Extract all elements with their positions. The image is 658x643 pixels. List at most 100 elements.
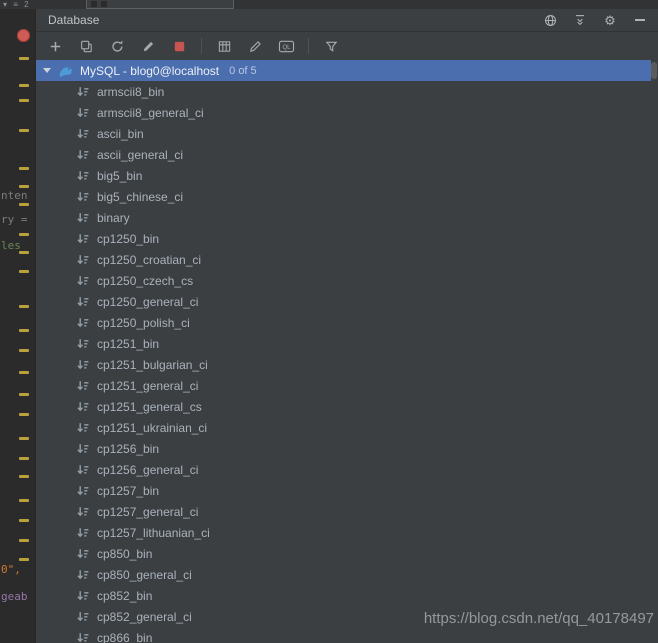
gutter-mark [19, 413, 29, 416]
collation-icon [75, 189, 91, 205]
edit-source-icon[interactable] [246, 37, 264, 55]
scrollbar-thumb[interactable] [651, 62, 657, 79]
collation-icon [75, 126, 91, 142]
submit-changes-icon[interactable] [139, 37, 157, 55]
clipped-editor-glyphs: ▾ ≡ 2 [3, 0, 31, 9]
settings-gear-icon[interactable]: ⚙ [602, 12, 618, 28]
sql-console-icon[interactable]: QL [277, 37, 295, 55]
tree-item[interactable]: cp1251_ukrainian_ci [36, 417, 658, 438]
collapse-panel-icon[interactable] [572, 12, 588, 28]
collation-icon [75, 273, 91, 289]
tree-item[interactable]: cp866_bin [36, 627, 658, 643]
gutter-mark [19, 167, 29, 170]
toolbar-separator [308, 38, 309, 54]
tree-item[interactable]: ascii_bin [36, 123, 658, 144]
tree-item-label: cp850_general_ci [97, 568, 192, 582]
gutter-mark [19, 349, 29, 352]
clipped-icon [91, 1, 97, 7]
web-datasource-icon[interactable] [542, 12, 558, 28]
collation-icon [75, 252, 91, 268]
tree-item[interactable]: cp1251_bin [36, 333, 658, 354]
collation-icon [75, 441, 91, 457]
tree-item[interactable]: cp1257_general_ci [36, 501, 658, 522]
tree-item-label: ascii_bin [97, 127, 144, 141]
tree-item-label: cp1251_general_cs [97, 400, 202, 414]
collation-icon [75, 462, 91, 478]
gutter-mark [19, 437, 29, 440]
collation-icon [75, 294, 91, 310]
tree-item-label: cp1256_bin [97, 442, 159, 456]
tree-item-label: cp1257_lithuanian_ci [97, 526, 210, 540]
code-fragment: nten [1, 189, 28, 202]
add-datasource-icon[interactable] [46, 37, 64, 55]
chevron-down-icon[interactable] [43, 68, 51, 73]
toolbar-separator [201, 38, 202, 54]
gutter-mark [19, 203, 29, 206]
tree-item-label: cp1251_bulgarian_ci [97, 358, 208, 372]
tree-root-mysql[interactable]: MySQL - blog0@localhost 0 of 5 [36, 60, 651, 81]
tree-item-label: cp1256_general_ci [97, 463, 198, 477]
tree-item[interactable]: cp1257_lithuanian_ci [36, 522, 658, 543]
tree-item[interactable]: cp852_bin [36, 585, 658, 606]
gutter-mark [19, 519, 29, 522]
database-tool-window: Database ⚙ [36, 9, 658, 643]
refresh-icon[interactable] [108, 37, 126, 55]
error-indicator-icon [17, 29, 30, 42]
tree-item-label: cp1251_bin [97, 337, 159, 351]
database-toolbar: QL [36, 32, 658, 61]
duplicate-icon[interactable] [77, 37, 95, 55]
collation-icon [75, 546, 91, 562]
tree-item[interactable]: cp1251_general_cs [36, 396, 658, 417]
tree-item[interactable]: cp850_bin [36, 543, 658, 564]
database-tree: MySQL - blog0@localhost 0 of 5 armscii8_… [36, 60, 658, 643]
tree-item[interactable]: binary [36, 207, 658, 228]
schema-count-badge: 0 of 5 [229, 65, 257, 77]
collation-icon [75, 525, 91, 541]
tree-item[interactable]: armscii8_bin [36, 81, 658, 102]
minimize-icon[interactable] [632, 12, 648, 28]
tree-item[interactable]: cp1250_polish_ci [36, 312, 658, 333]
tree-item[interactable]: cp1257_bin [36, 480, 658, 501]
tree-item-label: binary [97, 211, 130, 225]
watermark-url: https://blog.csdn.net/qq_40178497 [424, 610, 654, 627]
gutter-mark [19, 270, 29, 273]
tree-item[interactable]: cp1251_general_ci [36, 375, 658, 396]
code-fragment: les [1, 239, 21, 252]
collation-list: armscii8_bin armscii8_general_ci ascii_b… [36, 81, 658, 643]
gutter-mark [19, 305, 29, 308]
tree-item-label: cp1250_bin [97, 232, 159, 246]
code-fragment: 0", [1, 563, 21, 576]
tree-item[interactable]: cp1250_czech_cs [36, 270, 658, 291]
collation-icon [75, 588, 91, 604]
tree-item[interactable]: cp1256_general_ci [36, 459, 658, 480]
tree-item[interactable]: big5_bin [36, 165, 658, 186]
tree-item[interactable]: cp1250_croatian_ci [36, 249, 658, 270]
tree-item[interactable]: cp1256_bin [36, 438, 658, 459]
tree-item[interactable]: big5_chinese_ci [36, 186, 658, 207]
tree-item[interactable]: cp850_general_ci [36, 564, 658, 585]
tree-item[interactable]: armscii8_general_ci [36, 102, 658, 123]
tree-item[interactable]: cp1250_bin [36, 228, 658, 249]
filter-funnel-icon[interactable] [322, 37, 340, 55]
code-fragment: ry = [1, 213, 28, 226]
tree-item[interactable]: ascii_general_ci [36, 144, 658, 165]
collation-icon [75, 336, 91, 352]
gutter-mark [19, 499, 29, 502]
tree-item-label: ascii_general_ci [97, 148, 183, 162]
tree-item[interactable]: cp1251_bulgarian_ci [36, 354, 658, 375]
tree-item-label: cp852_general_ci [97, 610, 192, 624]
collation-icon [75, 504, 91, 520]
gutter-mark [19, 475, 29, 478]
gutter-mark [19, 185, 29, 188]
stop-icon[interactable] [170, 37, 188, 55]
ide-window: ▾ ≡ 2 ntenry =les0",geab Database [0, 0, 658, 643]
collation-icon [75, 630, 91, 643]
gutter-mark [19, 371, 29, 374]
collation-icon [75, 231, 91, 247]
gutter-mark [19, 457, 29, 460]
table-data-icon[interactable] [215, 37, 233, 55]
editor-strip: nten ry = les 0", geab [0, 9, 36, 643]
code-fragment: geab [1, 590, 28, 603]
tree-item-label: cp1250_croatian_ci [97, 253, 201, 267]
tree-item[interactable]: cp1250_general_ci [36, 291, 658, 312]
